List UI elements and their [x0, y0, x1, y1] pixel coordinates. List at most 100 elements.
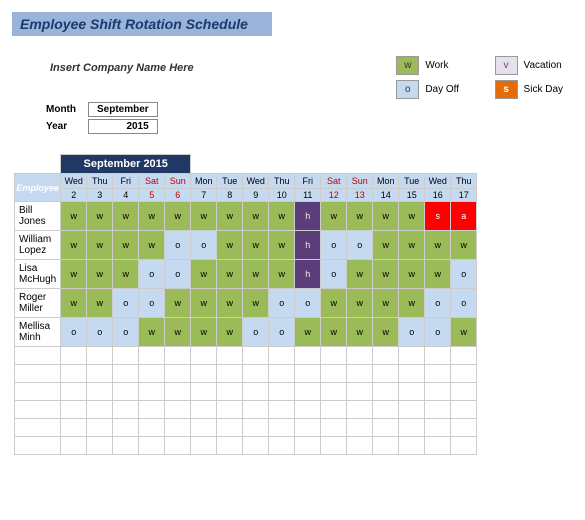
shift-cell[interactable]: w — [295, 318, 321, 347]
header-area: Insert Company Name Here w Work v Vacati… — [0, 56, 585, 146]
shift-cell[interactable]: w — [373, 231, 399, 260]
shift-cell[interactable]: w — [373, 289, 399, 318]
legend-vacation-cell: v — [495, 57, 517, 75]
company-name-placeholder[interactable]: Insert Company Name Here — [50, 62, 194, 74]
meta-block: Month September Year 2015 — [40, 100, 160, 136]
shift-cell[interactable]: w — [113, 260, 139, 289]
shift-cell[interactable]: w — [217, 231, 243, 260]
shift-cell[interactable]: o — [269, 318, 295, 347]
shift-cell[interactable]: a — [451, 202, 477, 231]
shift-cell[interactable]: o — [61, 318, 87, 347]
shift-cell[interactable]: o — [321, 260, 347, 289]
shift-cell[interactable]: o — [425, 318, 451, 347]
shift-cell[interactable]: w — [347, 260, 373, 289]
day-of-week: Wed — [61, 174, 87, 189]
shift-cell[interactable]: h — [295, 202, 321, 231]
shift-cell[interactable]: w — [191, 260, 217, 289]
shift-cell[interactable]: o — [269, 289, 295, 318]
shift-cell[interactable]: w — [191, 202, 217, 231]
shift-cell[interactable]: w — [243, 231, 269, 260]
shift-cell[interactable]: w — [87, 289, 113, 318]
shift-cell[interactable]: w — [217, 289, 243, 318]
shift-cell[interactable]: w — [269, 260, 295, 289]
shift-cell[interactable]: o — [191, 231, 217, 260]
shift-cell[interactable]: w — [243, 289, 269, 318]
shift-cell[interactable]: o — [451, 289, 477, 318]
shift-cell[interactable]: o — [113, 318, 139, 347]
shift-cell[interactable]: o — [165, 231, 191, 260]
day-of-week: Wed — [425, 174, 451, 189]
shift-cell[interactable]: w — [399, 202, 425, 231]
shift-cell[interactable]: w — [191, 318, 217, 347]
shift-cell[interactable]: w — [451, 318, 477, 347]
shift-cell[interactable]: w — [243, 260, 269, 289]
shift-cell[interactable]: w — [399, 231, 425, 260]
shift-cell[interactable]: w — [269, 202, 295, 231]
shift-cell[interactable]: w — [165, 318, 191, 347]
shift-cell[interactable]: w — [165, 289, 191, 318]
shift-cell[interactable]: o — [451, 260, 477, 289]
shift-cell[interactable]: w — [61, 202, 87, 231]
shift-cell[interactable]: w — [321, 202, 347, 231]
shift-cell[interactable]: w — [61, 289, 87, 318]
day-number: 15 — [399, 189, 425, 202]
shift-cell[interactable]: w — [217, 260, 243, 289]
shift-cell[interactable]: w — [321, 289, 347, 318]
shift-cell[interactable]: w — [373, 318, 399, 347]
shift-cell[interactable]: w — [373, 202, 399, 231]
month-value[interactable]: September — [88, 102, 158, 117]
shift-cell[interactable]: s — [425, 202, 451, 231]
shift-cell[interactable]: o — [87, 318, 113, 347]
day-of-week: Thu — [87, 174, 113, 189]
employee-header: Employee — [15, 174, 61, 202]
shift-cell[interactable]: o — [139, 289, 165, 318]
shift-cell[interactable]: w — [61, 260, 87, 289]
shift-cell[interactable]: o — [139, 260, 165, 289]
shift-cell[interactable]: w — [139, 202, 165, 231]
shift-cell[interactable]: w — [425, 260, 451, 289]
shift-cell[interactable]: w — [399, 260, 425, 289]
shift-cell[interactable]: w — [113, 231, 139, 260]
shift-cell[interactable]: w — [87, 231, 113, 260]
shift-cell[interactable]: w — [425, 231, 451, 260]
shift-cell[interactable]: w — [165, 202, 191, 231]
shift-cell[interactable]: w — [399, 289, 425, 318]
day-number: 13 — [347, 189, 373, 202]
shift-cell[interactable]: w — [217, 318, 243, 347]
shift-cell[interactable]: o — [295, 289, 321, 318]
shift-cell[interactable]: o — [321, 231, 347, 260]
shift-cell[interactable]: w — [347, 289, 373, 318]
shift-cell[interactable]: w — [139, 231, 165, 260]
shift-cell[interactable]: w — [113, 202, 139, 231]
shift-cell[interactable]: w — [61, 231, 87, 260]
year-value[interactable]: 2015 — [88, 119, 158, 134]
shift-cell[interactable]: w — [87, 202, 113, 231]
shift-cell[interactable]: w — [243, 202, 269, 231]
shift-cell[interactable]: h — [295, 260, 321, 289]
shift-cell[interactable]: w — [347, 318, 373, 347]
legend-work-cell: w — [397, 57, 419, 75]
shift-cell[interactable]: o — [347, 231, 373, 260]
shift-cell[interactable]: o — [113, 289, 139, 318]
day-number: 10 — [269, 189, 295, 202]
employee-name: William Lopez — [15, 231, 61, 260]
day-number: 17 — [451, 189, 477, 202]
shift-cell[interactable]: w — [217, 202, 243, 231]
shift-cell[interactable]: h — [295, 231, 321, 260]
shift-cell[interactable]: o — [165, 260, 191, 289]
shift-cell[interactable]: w — [139, 318, 165, 347]
shift-cell[interactable]: w — [269, 231, 295, 260]
day-of-week: Wed — [243, 174, 269, 189]
shift-cell[interactable]: w — [191, 289, 217, 318]
day-number: 16 — [425, 189, 451, 202]
shift-cell[interactable]: w — [347, 202, 373, 231]
shift-cell[interactable]: w — [321, 318, 347, 347]
shift-cell[interactable]: w — [373, 260, 399, 289]
shift-cell[interactable]: w — [451, 231, 477, 260]
shift-cell[interactable]: o — [399, 318, 425, 347]
shift-cell[interactable]: w — [87, 260, 113, 289]
day-of-week: Sat — [321, 174, 347, 189]
employee-row: Mellisa Minhooowwwwoowwwwoow — [15, 318, 477, 347]
shift-cell[interactable]: o — [243, 318, 269, 347]
shift-cell[interactable]: o — [425, 289, 451, 318]
